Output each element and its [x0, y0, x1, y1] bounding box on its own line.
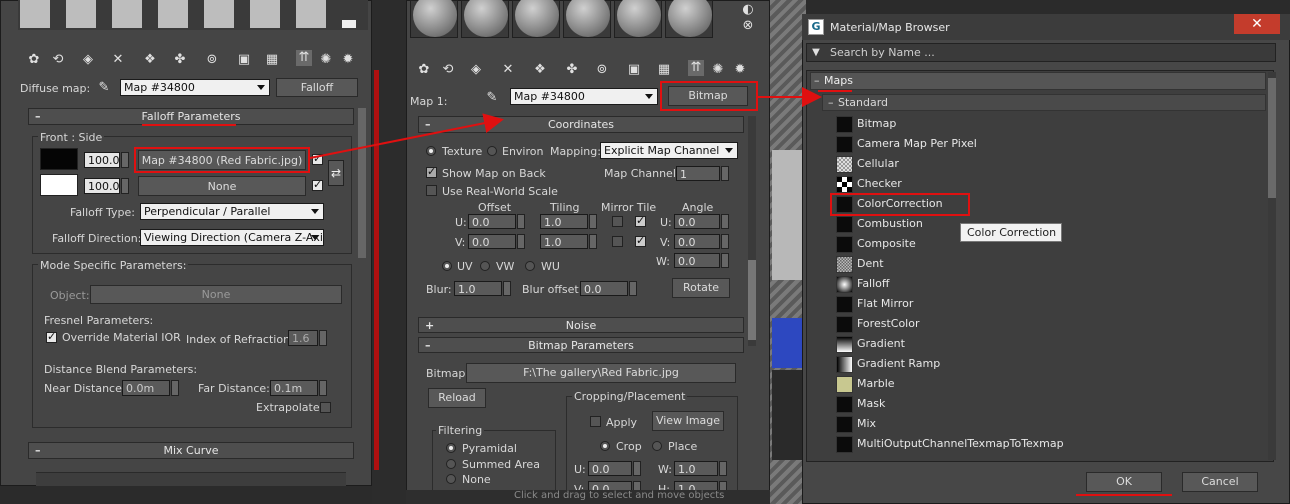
annotation-arrows: [309, 87, 822, 159]
arrow: [309, 113, 504, 159]
